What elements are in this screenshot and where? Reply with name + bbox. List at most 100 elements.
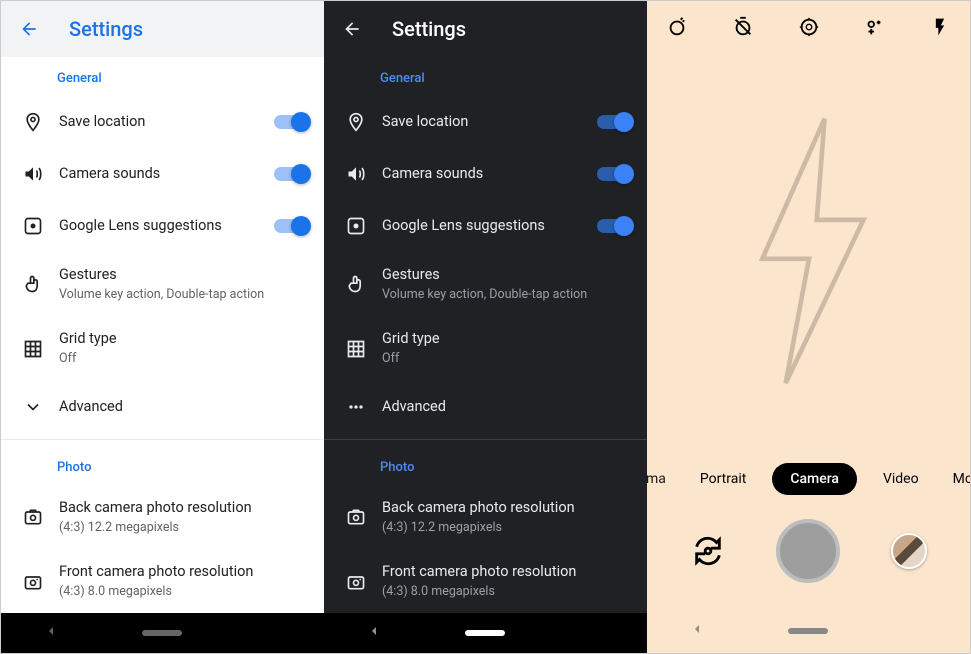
settings-list: General Save location Camera sounds Goog… xyxy=(324,57,647,613)
label: Camera sounds xyxy=(59,165,274,184)
toggle-switch[interactable] xyxy=(597,167,631,181)
section-general: General xyxy=(1,57,324,96)
gestures-row[interactable]: Gestures Volume key action, Double-tap ac… xyxy=(1,252,324,316)
front-camera-resolution-row[interactable]: Front camera photo resolution (4:3) 8.0 m… xyxy=(1,549,324,613)
sublabel: Volume key action, Double-tap action xyxy=(59,287,308,303)
triple-screenshot-container: Settings General Save location Camera so… xyxy=(0,0,971,654)
toggle-switch[interactable] xyxy=(597,219,631,233)
label: Front camera photo resolution xyxy=(59,563,308,582)
label: Advanced xyxy=(59,398,308,417)
shutter-button[interactable] xyxy=(776,519,840,583)
flash-on-icon[interactable] xyxy=(928,15,952,39)
motion-icon[interactable] xyxy=(665,15,689,39)
nav-back-icon[interactable] xyxy=(689,621,705,641)
label: Back camera photo resolution xyxy=(59,499,308,518)
settings-list: General Save location Camera sounds Goog… xyxy=(1,57,324,613)
camera-bottom-controls xyxy=(647,509,970,613)
flash-bolt-watermark-icon xyxy=(729,111,889,391)
last-photo-thumbnail[interactable] xyxy=(891,533,927,569)
front-camera-resolution-row[interactable]: Front camera photo resolution(4:3) 8.0 m… xyxy=(324,549,647,613)
white-balance-icon[interactable] xyxy=(862,15,886,39)
sublabel: (4:3) 12.2 megapixels xyxy=(59,520,308,536)
back-camera-resolution-row[interactable]: Back camera photo resolution (4:3) 12.2 m… xyxy=(1,485,324,549)
lens-suggestions-row[interactable]: Google Lens suggestions xyxy=(1,200,324,252)
advanced-row[interactable]: Advanced xyxy=(324,381,647,433)
section-photo: Photo xyxy=(324,446,647,485)
system-nav-bar xyxy=(1,613,324,653)
gesture-icon xyxy=(21,272,45,296)
toggle-switch[interactable] xyxy=(274,219,308,233)
location-pin-icon xyxy=(21,110,45,134)
speaker-icon xyxy=(21,162,45,186)
header: Settings xyxy=(1,1,324,57)
toggle-switch[interactable] xyxy=(274,115,308,129)
save-location-row[interactable]: Save location xyxy=(324,96,647,148)
page-title: Settings xyxy=(69,17,143,41)
lens-icon xyxy=(21,214,45,238)
settings-panel-dark: Settings General Save location Camera so… xyxy=(324,1,647,653)
sublabel: Off xyxy=(382,351,631,367)
camera-front-icon xyxy=(21,570,45,594)
label: Google Lens suggestions xyxy=(59,217,274,236)
toggle-switch[interactable] xyxy=(597,115,631,129)
mode-video[interactable]: Video xyxy=(875,465,927,493)
label: Grid type xyxy=(59,330,308,349)
grid-type-row[interactable]: Grid typeOff xyxy=(1,316,324,380)
camera-front-icon xyxy=(344,570,368,594)
timer-off-icon[interactable] xyxy=(731,15,755,39)
face-retouch-icon[interactable] xyxy=(797,15,821,39)
location-pin-icon xyxy=(344,110,368,134)
lens-icon xyxy=(344,214,368,238)
header: Settings xyxy=(324,1,647,57)
section-general: General xyxy=(324,57,647,96)
camera-sounds-row[interactable]: Camera sounds xyxy=(1,148,324,200)
camera-sounds-row[interactable]: Camera sounds xyxy=(324,148,647,200)
divider xyxy=(1,439,324,440)
grid-icon xyxy=(344,337,368,361)
camera-top-toolbar xyxy=(647,1,970,49)
settings-panel-light: Settings General Save location Camera so… xyxy=(1,1,324,653)
mode-more[interactable]: More xyxy=(945,465,970,493)
section-photo: Photo xyxy=(1,446,324,485)
camera-rear-icon xyxy=(344,505,368,529)
sublabel: (4:3) 8.0 megapixels xyxy=(59,584,308,600)
camera-app-panel: norama Portrait Camera Video More xyxy=(647,1,970,653)
label: Gestures xyxy=(382,266,631,285)
grid-icon xyxy=(21,337,45,361)
label: Save location xyxy=(382,113,597,132)
toggle-switch[interactable] xyxy=(274,167,308,181)
label: Back camera photo resolution xyxy=(382,499,631,518)
chevron-down-icon xyxy=(21,395,45,419)
camera-rear-icon xyxy=(21,505,45,529)
system-nav-bar xyxy=(324,613,647,653)
system-nav-bar xyxy=(647,613,970,653)
nav-back-icon[interactable] xyxy=(366,623,382,643)
grid-type-row[interactable]: Grid typeOff xyxy=(324,316,647,380)
page-title: Settings xyxy=(392,17,466,41)
camera-viewfinder[interactable] xyxy=(647,49,970,453)
label: Advanced xyxy=(382,398,631,417)
back-arrow-icon[interactable] xyxy=(17,17,41,41)
label: Google Lens suggestions xyxy=(382,217,597,236)
switch-camera-icon[interactable] xyxy=(690,533,726,569)
mode-portrait[interactable]: Portrait xyxy=(692,465,754,493)
camera-mode-bar: norama Portrait Camera Video More xyxy=(647,453,970,509)
nav-home-pill[interactable] xyxy=(142,630,182,636)
label: Front camera photo resolution xyxy=(382,563,631,582)
back-arrow-icon[interactable] xyxy=(340,17,364,41)
back-camera-resolution-row[interactable]: Back camera photo resolution (4:3) 12.2 m… xyxy=(324,485,647,549)
mode-panorama-partial[interactable]: norama xyxy=(647,465,674,493)
label: Gestures xyxy=(59,266,308,285)
more-dots-icon xyxy=(344,395,368,419)
lens-suggestions-row[interactable]: Google Lens suggestions xyxy=(324,200,647,252)
nav-back-icon[interactable] xyxy=(43,623,59,643)
speaker-icon xyxy=(344,162,368,186)
save-location-row[interactable]: Save location xyxy=(1,96,324,148)
label: Camera sounds xyxy=(382,165,597,184)
nav-home-pill[interactable] xyxy=(465,630,505,636)
gestures-row[interactable]: GesturesVolume key action, Double-tap ac… xyxy=(324,252,647,316)
sublabel: (4:3) 12.2 megapixels xyxy=(382,520,631,536)
mode-camera-active[interactable]: Camera xyxy=(772,463,857,495)
advanced-row[interactable]: Advanced xyxy=(1,381,324,433)
nav-home-pill[interactable] xyxy=(788,628,828,634)
